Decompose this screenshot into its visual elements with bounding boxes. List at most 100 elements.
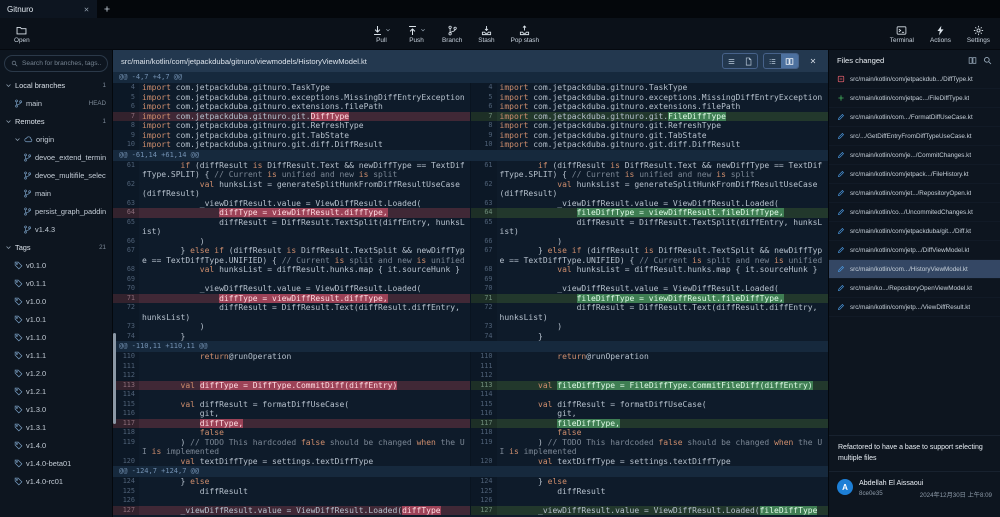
- line-number: 65: [471, 218, 497, 237]
- line-number: 62: [113, 180, 139, 199]
- sidebar-item-v1.1.1[interactable]: v1.1.1: [0, 346, 112, 364]
- avatar: A: [837, 479, 853, 495]
- code-line-right: diffResult: [497, 487, 829, 497]
- code-line-left: val hunksList = generateSplitHunkFromDif…: [139, 180, 471, 199]
- code-line-left: }: [139, 332, 471, 342]
- file-item[interactable]: src/main/kotlin/com/je.../CommitChanges.…: [829, 146, 1000, 165]
- line-number: 64: [113, 208, 139, 218]
- tab-close-icon[interactable]: [83, 6, 90, 13]
- split-view-button[interactable]: [781, 54, 798, 68]
- sidebar-item-v1.1.0[interactable]: v1.1.0: [0, 328, 112, 346]
- search-icon[interactable]: [983, 56, 992, 65]
- stash-button[interactable]: Stash: [472, 18, 500, 50]
- file-item[interactable]: src/main/kotlin/com.../FormatDiffUseCase…: [829, 108, 1000, 127]
- sidebar-item-main[interactable]: main: [0, 184, 112, 202]
- diff-row: 63 _viewDiffResult.value = ViewDiffResul…: [113, 199, 828, 209]
- line-number: 126: [471, 496, 497, 506]
- file-item[interactable]: src/main/kotlin/com.../HistoryViewModel.…: [829, 260, 1000, 279]
- file-item[interactable]: src/main/kotlin/com/jetpack.../FileHisto…: [829, 165, 1000, 184]
- file-item[interactable]: src/main/kotlin/com/jetpac.../FileDiffTy…: [829, 89, 1000, 108]
- file-item[interactable]: src/main/ko.../RepositoryOpenViewModel.k…: [829, 279, 1000, 298]
- sidebar-item-tags[interactable]: Tags21: [0, 238, 112, 256]
- sidebar-item-label: Local branches: [15, 81, 65, 90]
- sidebar-item-v1.3.1[interactable]: v1.3.1: [0, 418, 112, 436]
- code-line-right: git,: [497, 409, 829, 419]
- pop-stash-button[interactable]: Pop stash: [505, 18, 545, 50]
- branch-icon: [23, 207, 32, 216]
- new-tab-button[interactable]: [97, 0, 117, 18]
- branch-search[interactable]: [4, 55, 108, 72]
- sidebar-item-v0.1.0[interactable]: v0.1.0: [0, 256, 112, 274]
- sidebar-item-badge: 21: [99, 244, 106, 251]
- line-number: 110: [471, 352, 497, 362]
- line-number: 115: [113, 400, 139, 410]
- file-item[interactable]: src/main/kotlin/com/jetp.../DiffViewMode…: [829, 241, 1000, 260]
- document-icon: [744, 57, 753, 66]
- sidebar-item-v0.1.1[interactable]: v0.1.1: [0, 274, 112, 292]
- sidebar-item-v1.2.0[interactable]: v1.2.0: [0, 364, 112, 382]
- pull-button[interactable]: Pull: [366, 18, 397, 50]
- sidebar-item-local-branches[interactable]: Local branches1: [0, 76, 112, 94]
- code-line-right: val hunksList = generateSplitHunkFromDif…: [497, 180, 829, 199]
- terminal-button[interactable]: Terminal: [884, 18, 920, 50]
- chevron-down-icon[interactable]: [420, 27, 426, 33]
- settings-button[interactable]: Settings: [961, 18, 996, 50]
- file-item[interactable]: src/main/kotlin/co.../UncommitedChanges.…: [829, 203, 1000, 222]
- open-button[interactable]: Open: [8, 18, 36, 50]
- sidebar-item-devoe-extend-termina[interactable]: devoe_extend_termina: [0, 148, 112, 166]
- code-line-left: _viewDiffResult.value = ViewDiffResult.L…: [139, 199, 471, 209]
- code-line-right: }: [497, 332, 829, 342]
- diff-scrollbar[interactable]: [113, 333, 116, 424]
- sidebar-item-origin[interactable]: origin: [0, 130, 112, 148]
- file-item[interactable]: src/main/kotlin/com/jetpackdub.../DiffTy…: [829, 70, 1000, 89]
- sidebar-item-v1.0.1[interactable]: v1.0.1: [0, 310, 112, 328]
- diff-row: 120 val textDiffType = settings.textDiff…: [113, 457, 828, 467]
- split-view-icon[interactable]: [968, 56, 977, 65]
- sidebar-item-persist-graph-paddin[interactable]: persist_graph_paddin: [0, 202, 112, 220]
- toolbar-center-group: Pull Push Branch Stash Pop stash: [366, 18, 545, 50]
- sidebar-item-v1.2.1[interactable]: v1.2.1: [0, 382, 112, 400]
- text-diff-button[interactable]: [723, 54, 740, 68]
- sidebar-item-v1.3.0[interactable]: v1.3.0: [0, 400, 112, 418]
- branch-search-input[interactable]: [22, 60, 101, 67]
- line-number: 68: [113, 265, 139, 275]
- chevron-down-icon[interactable]: [385, 27, 391, 33]
- file-item[interactable]: src/main/kotlin/com/jetp.../ViewDiffResu…: [829, 298, 1000, 317]
- file-view-button[interactable]: [740, 54, 757, 68]
- file-item[interactable]: src/.../GetDiffEntryFromDiffTypeUseCase.…: [829, 127, 1000, 146]
- actions-button[interactable]: Actions: [924, 18, 957, 50]
- file-name: src/main/kotlin/com/jetp.../ViewDiffResu…: [850, 304, 970, 311]
- hunk-header: @@ -124,7 +124,7 @@: [113, 466, 828, 477]
- code-line-right: val diffResult = formatDiffUseCase(: [497, 400, 829, 410]
- branch-button[interactable]: Branch: [436, 18, 468, 50]
- added-file-icon: [837, 94, 845, 102]
- push-button[interactable]: Push: [401, 18, 432, 50]
- unified-view-button[interactable]: [764, 54, 781, 68]
- repo-tab[interactable]: Gitnuro: [0, 0, 97, 18]
- sidebar-item-v1.4.0[interactable]: v1.4.0: [0, 436, 112, 454]
- code-line-left: import com.jetpackduba.gitnuro.extension…: [139, 102, 471, 112]
- sidebar-item-v1.4.0-beta01[interactable]: v1.4.0-beta01: [0, 454, 112, 472]
- sidebar-item-label: devoe_extend_termina: [35, 153, 106, 162]
- line-number: 67: [471, 246, 497, 265]
- diff-row: 116 git,116 git,: [113, 409, 828, 419]
- diff-row: 67 } else if (diffResult is DiffResult.T…: [113, 246, 828, 265]
- sidebar-item-label: devoe_multifile_select: [35, 171, 106, 180]
- diff-row: 4import com.jetpackduba.gitnuro.TaskType…: [113, 83, 828, 93]
- file-item[interactable]: src/main/kotlin/com/jet.../RepositoryOpe…: [829, 184, 1000, 203]
- chevron-down-icon: [5, 118, 12, 125]
- sidebar-item-v1.4.3[interactable]: v1.4.3: [0, 220, 112, 238]
- sidebar-item-remotes[interactable]: Remotes1: [0, 112, 112, 130]
- sidebar-item-main[interactable]: mainHEAD: [0, 94, 112, 112]
- diff-content[interactable]: @@ -4,7 +4,7 @@4import com.jetpackduba.g…: [113, 72, 828, 517]
- tag-icon: [14, 369, 23, 378]
- close-diff-button[interactable]: [806, 54, 820, 68]
- sidebar-item-v1.0.0[interactable]: v1.0.0: [0, 292, 112, 310]
- branch-icon: [14, 99, 23, 108]
- sidebar-item-v1.4.0-rc01[interactable]: v1.4.0-rc01: [0, 472, 112, 490]
- file-name: src/.../GetDiffEntryFromDiffTypeUseCase.…: [850, 133, 972, 140]
- sidebar-item-devoe-multifile-select[interactable]: devoe_multifile_select: [0, 166, 112, 184]
- file-item[interactable]: src/main/kotlin/com/jetpackduba/git.../D…: [829, 222, 1000, 241]
- author-name: Abdellah El Aissaoui: [859, 479, 992, 487]
- sidebar: Local branches1mainHEADRemotes1origin dev…: [0, 50, 113, 517]
